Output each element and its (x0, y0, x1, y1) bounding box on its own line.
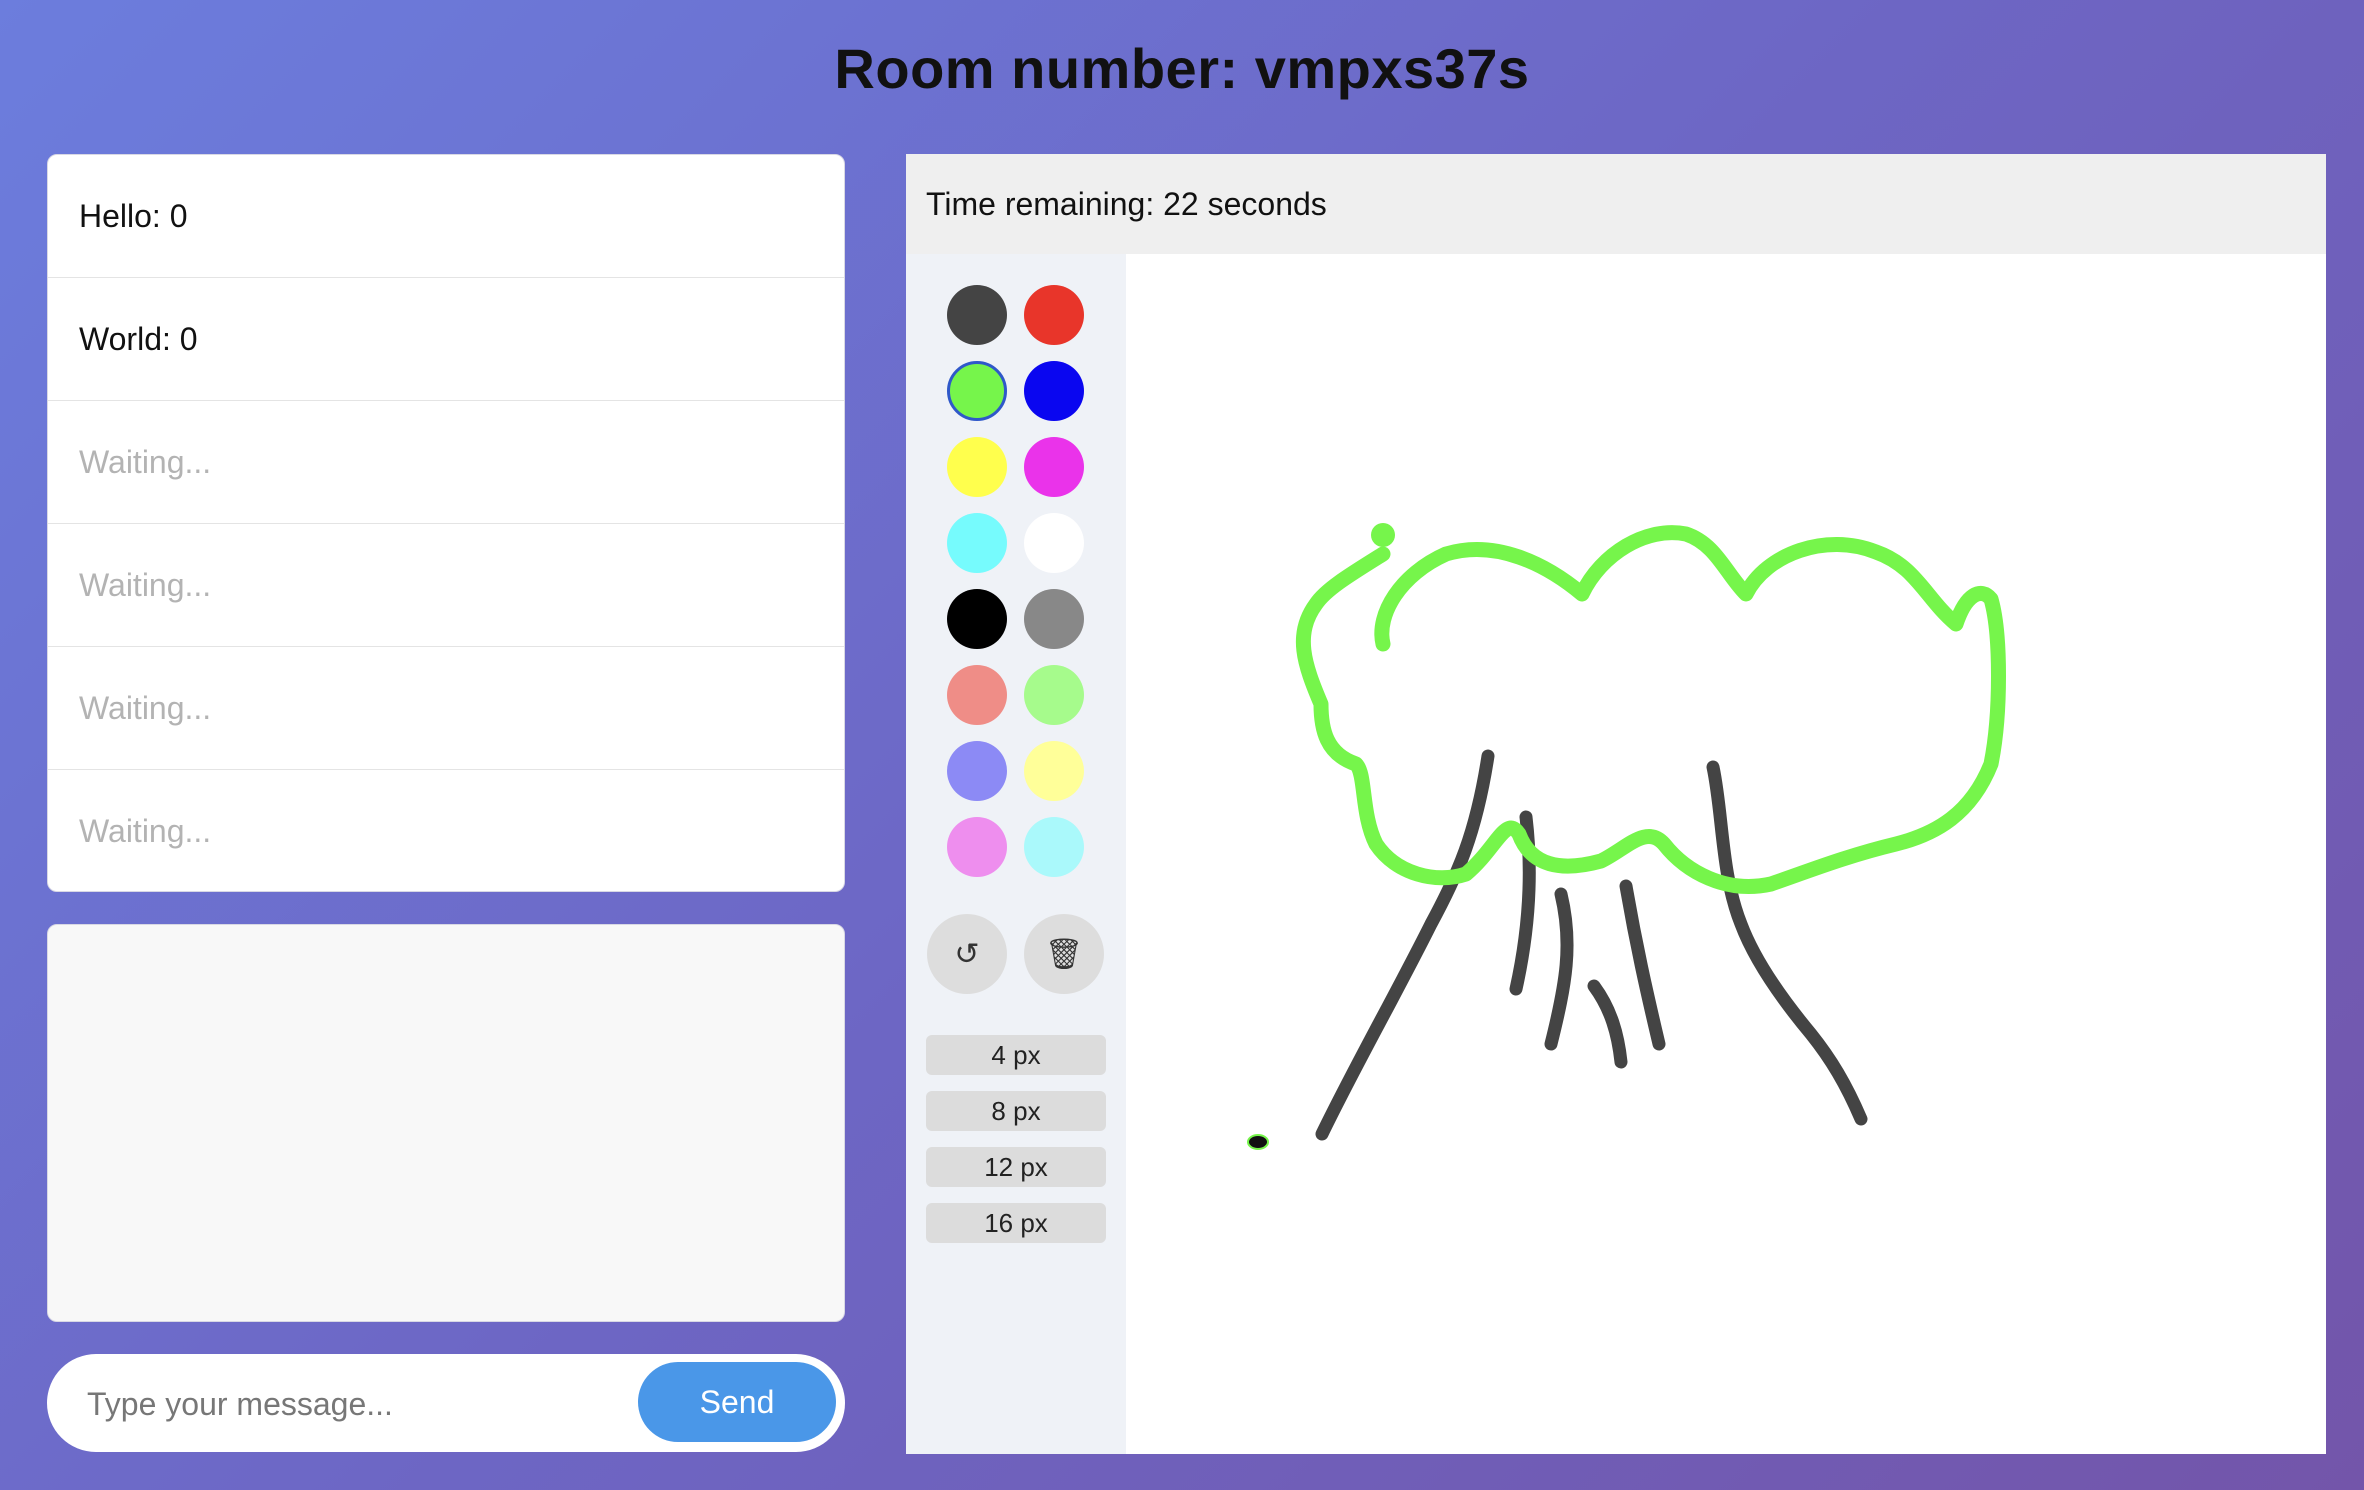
color-swatch[interactable] (947, 285, 1007, 345)
chat-input-bar: Send (47, 1354, 845, 1452)
color-swatch[interactable] (1024, 589, 1084, 649)
chat-messages[interactable] (47, 924, 845, 1322)
drawing-stroke (1315, 749, 1495, 1141)
color-swatch[interactable] (947, 665, 1007, 725)
color-swatch[interactable] (947, 513, 1007, 573)
brush-size-8[interactable]: 8 px (926, 1091, 1106, 1131)
player-row-waiting: Waiting... (79, 813, 212, 849)
page-title: Room number: vmpxs37s (834, 37, 1530, 100)
color-swatch[interactable] (947, 817, 1007, 877)
chat-message-input[interactable] (85, 1374, 649, 1434)
color-swatch[interactable] (947, 741, 1007, 801)
player-row: World: 0 (48, 278, 844, 401)
color-swatch[interactable] (1024, 437, 1084, 497)
undo-button[interactable]: ↺ (927, 914, 1007, 994)
drawing-toolbar: ↺ 🗑 4 px 8 px 12 px 16 px (906, 254, 1126, 1454)
trash-icon: 🗑 (1044, 937, 1084, 971)
color-swatch[interactable] (1024, 513, 1084, 573)
color-swatch[interactable] (1024, 817, 1084, 877)
clear-button[interactable]: 🗑 (1024, 914, 1104, 994)
player-row-waiting: Waiting... (48, 524, 844, 647)
drawing-stroke (1544, 887, 1574, 1051)
brush-size-4[interactable]: 4 px (926, 1035, 1106, 1075)
player-row-waiting: Waiting... (48, 401, 844, 524)
player-row: Hello: 0 (48, 155, 844, 278)
undo-icon: ↺ (954, 937, 980, 971)
color-swatch[interactable] (1024, 741, 1084, 801)
send-button[interactable]: Send (638, 1362, 836, 1442)
drawing-stroke (1619, 879, 1666, 1051)
drawing-stroke (1295, 525, 2006, 894)
game-panel: Time remaining: 22 seconds ↺ 🗑 4 px 8 px… (906, 154, 2326, 1454)
color-swatch[interactable] (1024, 285, 1084, 345)
color-swatch[interactable] (947, 589, 1007, 649)
timer-text: Time remaining: 22 seconds (906, 154, 2326, 254)
drawing-canvas[interactable] (1126, 254, 2326, 1454)
color-swatch[interactable] (1024, 665, 1084, 725)
drawing-dot (1247, 1134, 1269, 1150)
brush-size-12[interactable]: 12 px (926, 1147, 1106, 1187)
drawing-dot (1371, 523, 1395, 547)
brush-size-16[interactable]: 16 px (926, 1203, 1106, 1243)
player-list: Hello: 0 World: 0 Waiting... Waiting... … (47, 154, 845, 892)
color-swatch[interactable] (947, 437, 1007, 497)
color-swatch[interactable] (1024, 361, 1084, 421)
player-row-waiting: Waiting... (48, 647, 844, 770)
drawing-stroke (1706, 760, 1868, 1126)
drawing-stroke (1587, 979, 1628, 1069)
color-swatch[interactable] (947, 361, 1007, 421)
